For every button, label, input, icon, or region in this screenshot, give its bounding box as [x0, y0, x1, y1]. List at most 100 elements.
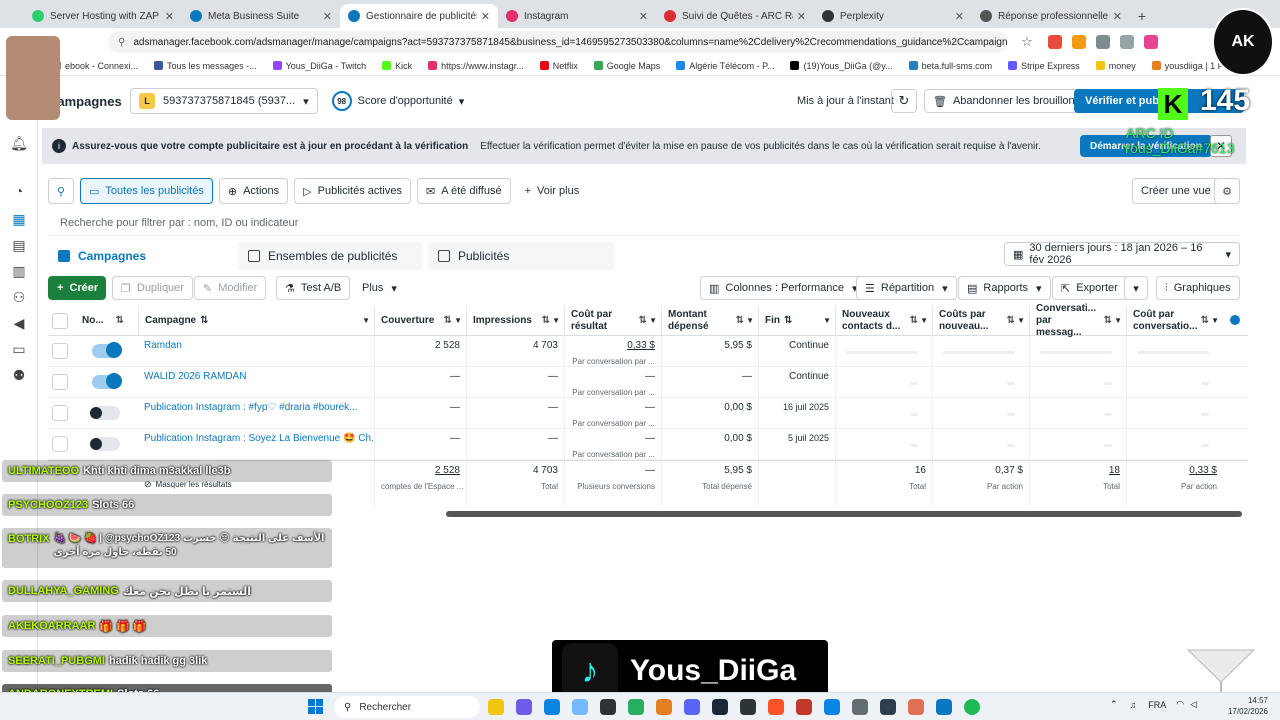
browser-tab[interactable]: Server Hosting with ZAP 2.5 - io ✕ — [24, 4, 182, 28]
search-icon[interactable]: ⚲ — [48, 178, 74, 204]
breakdown-selector[interactable]: ☰ Répartition ▾ — [856, 276, 957, 300]
extension-icon[interactable] — [1120, 35, 1134, 49]
notifications-icon[interactable]: 🔔︎ — [10, 134, 28, 152]
bookmark-item[interactable]: Stripe Express — [1008, 61, 1080, 71]
delivery-toggle[interactable] — [90, 437, 120, 451]
discord-icon[interactable] — [684, 699, 700, 715]
col-end[interactable]: Fin ⇅ ▼ — [758, 306, 835, 336]
app-icon[interactable] — [516, 699, 532, 715]
bookmark-item[interactable]: https://www.instagr... — [428, 61, 524, 71]
col-new-contacts[interactable]: Nouveaux contacts d... ⇅ ▼ — [835, 306, 932, 336]
bookmark-item[interactable]: Yous_DiiGa - Twitch — [272, 61, 366, 71]
add-column-icon[interactable] — [1230, 315, 1240, 325]
clock[interactable]: 14:57 17/02/2026 — [1220, 695, 1268, 717]
tab-adsets[interactable]: Ensembles de publicités — [238, 242, 422, 270]
col-campaign[interactable]: Campagne ⇅ ▼ — [138, 306, 374, 336]
row-checkbox[interactable] — [52, 436, 68, 452]
bookmark-item[interactable]: money — [1095, 61, 1136, 71]
url-field[interactable]: ⚲ adsmanager.facebook.com/adsmanager/mana… — [108, 31, 1008, 53]
chrome-icon[interactable] — [656, 699, 672, 715]
volume-icon[interactable]: ◁ — [1190, 699, 1197, 710]
col-delivery-toggle[interactable]: No... ⇅ — [76, 306, 138, 336]
col-reach[interactable]: Couverture ⇅ ▼ — [374, 306, 466, 336]
filter-active-ads[interactable]: ▷ Publicités actives — [294, 178, 411, 204]
app-icon[interactable] — [908, 699, 924, 715]
bookmark-item[interactable]: Kick — [382, 61, 412, 71]
close-icon[interactable]: ✕ — [323, 10, 332, 23]
extension-icon[interactable] — [1048, 35, 1062, 49]
browser-tab[interactable]: Suivi de Quêtes - ARC Raiders ✕ — [656, 4, 814, 28]
advertise-icon[interactable]: ◀ — [10, 314, 28, 332]
filter-actions[interactable]: ⊕ Actions — [218, 178, 289, 204]
table-row[interactable]: Ramdan 2 528 4 703 0,33 $ Par conversatio… — [48, 336, 1248, 367]
campaigns-table-icon[interactable]: ▦ — [10, 210, 28, 228]
reports-icon[interactable]: ▥ — [10, 262, 28, 280]
view-settings-icon[interactable]: ⚙ — [1214, 178, 1240, 204]
app-icon[interactable] — [936, 699, 952, 715]
col-cost-per-result[interactable]: Coût par résultat ⇅ ▼ — [564, 306, 661, 336]
table-row[interactable]: WALID 2026 RAMDAN — — — Par conversation … — [48, 367, 1248, 398]
more-button[interactable]: Plus ▾ — [354, 276, 405, 300]
close-icon[interactable]: ✕ — [955, 10, 964, 23]
bookmark-item[interactable]: (19)Yous_DiiGa (@y... — [790, 61, 893, 71]
wifi-icon[interactable]: ◠ — [1176, 699, 1184, 710]
export-button[interactable]: ⇱ Exporter — [1052, 276, 1127, 300]
browser-tab[interactable]: Meta Business Suite ✕ — [182, 4, 340, 28]
site-info-icon[interactable]: ⚲ — [118, 37, 125, 48]
row-checkbox[interactable] — [52, 343, 68, 359]
search-input[interactable]: Recherche pour filtrer par : nom, ID ou … — [48, 210, 1240, 236]
brave-icon[interactable] — [768, 699, 784, 715]
create-button[interactable]: + Créer — [48, 276, 106, 300]
bookmark-item[interactable]: Netflix — [539, 61, 578, 71]
browser-tab[interactable]: Réponse professionnelle client ✕ — [972, 4, 1130, 28]
charts-button[interactable]: ⫶ Graphiques — [1156, 276, 1240, 300]
billing-icon[interactable]: ▭ — [10, 340, 28, 358]
start-icon[interactable] — [308, 699, 324, 715]
delivery-toggle[interactable] — [92, 373, 122, 389]
steam-icon[interactable] — [712, 699, 728, 715]
campaign-name[interactable]: WALID 2026 RAMDAN — [138, 367, 374, 398]
select-all-checkbox[interactable] — [52, 313, 68, 329]
col-conversations[interactable]: Conversati... par messag... ⇅ ▼ — [1029, 303, 1126, 338]
campaign-name[interactable]: Ramdan — [138, 336, 374, 367]
extension-icon[interactable] — [1144, 35, 1158, 49]
tab-ads[interactable]: Publicités — [428, 242, 614, 270]
app-icon[interactable] — [880, 699, 896, 715]
reports-selector[interactable]: ▤ Rapports ▾ — [958, 276, 1051, 300]
refresh-button[interactable]: ↻ — [891, 89, 917, 113]
table-row[interactable]: Publication Instagram : Soyez La Bienven… — [48, 429, 1248, 460]
filter-all-ads[interactable]: ▭ Toutes les publicités — [80, 178, 213, 204]
close-icon[interactable]: ✕ — [481, 10, 490, 23]
close-icon[interactable]: ✕ — [797, 10, 806, 23]
see-more-button[interactable]: + Voir plus — [517, 178, 588, 204]
dashboard-icon[interactable]: ◔ — [10, 182, 28, 200]
edge-icon[interactable] — [544, 699, 560, 715]
app-icon[interactable] — [740, 699, 756, 715]
audiences-icon[interactable]: ⚇ — [10, 288, 28, 306]
edit-button[interactable]: ✎ Modifier — [194, 276, 267, 300]
delivery-toggle[interactable] — [90, 406, 120, 420]
tab-campaigns[interactable]: Campagnes — [48, 242, 232, 270]
duplicate-button[interactable]: ❐ Dupliquer — [112, 276, 193, 300]
close-icon[interactable]: ✕ — [1113, 10, 1122, 23]
bookmark-item[interactable]: Tous les messages -... — [154, 61, 257, 71]
app-icon[interactable] — [852, 699, 868, 715]
extension-icon[interactable] — [1096, 35, 1110, 49]
speaker-icon[interactable]: ♫ — [1130, 700, 1137, 710]
export-dropdown-button[interactable]: ▾ — [1124, 276, 1148, 300]
col-impressions[interactable]: Impressions ⇅ ▼ — [466, 306, 564, 336]
columns-selector[interactable]: ▥ Colonnes : Performance ▾ — [700, 276, 867, 300]
close-icon[interactable]: ✕ — [639, 10, 648, 23]
opportunity-score[interactable]: 98 Score d'opportunité ▾ — [331, 91, 464, 111]
horizontal-scrollbar[interactable] — [446, 511, 1242, 517]
star-icon[interactable]: ☆ — [1016, 34, 1038, 50]
chevron-up-icon[interactable]: ⌃ — [1110, 699, 1118, 710]
business-icon[interactable]: ⚉ — [10, 366, 28, 384]
col-cost-per-conversation[interactable]: Coût par conversatio... ⇅ ▼ — [1126, 306, 1223, 336]
campaign-name[interactable]: Publication Instagram : Soyez La Bienven… — [138, 429, 374, 460]
browser-tab-active[interactable]: Gestionnaire de publicités - Gé ✕ — [340, 4, 498, 28]
date-range-selector[interactable]: ▦ 30 derniers jours : 18 jan 2026 – 16 fé… — [1004, 242, 1240, 266]
browser-tab[interactable]: Instagram ✕ — [498, 4, 656, 28]
taskbar-search[interactable]: ⚲ Rechercher — [334, 696, 480, 718]
table-row[interactable]: Publication Instagram : #fyp♡ #draria #b… — [48, 398, 1248, 429]
